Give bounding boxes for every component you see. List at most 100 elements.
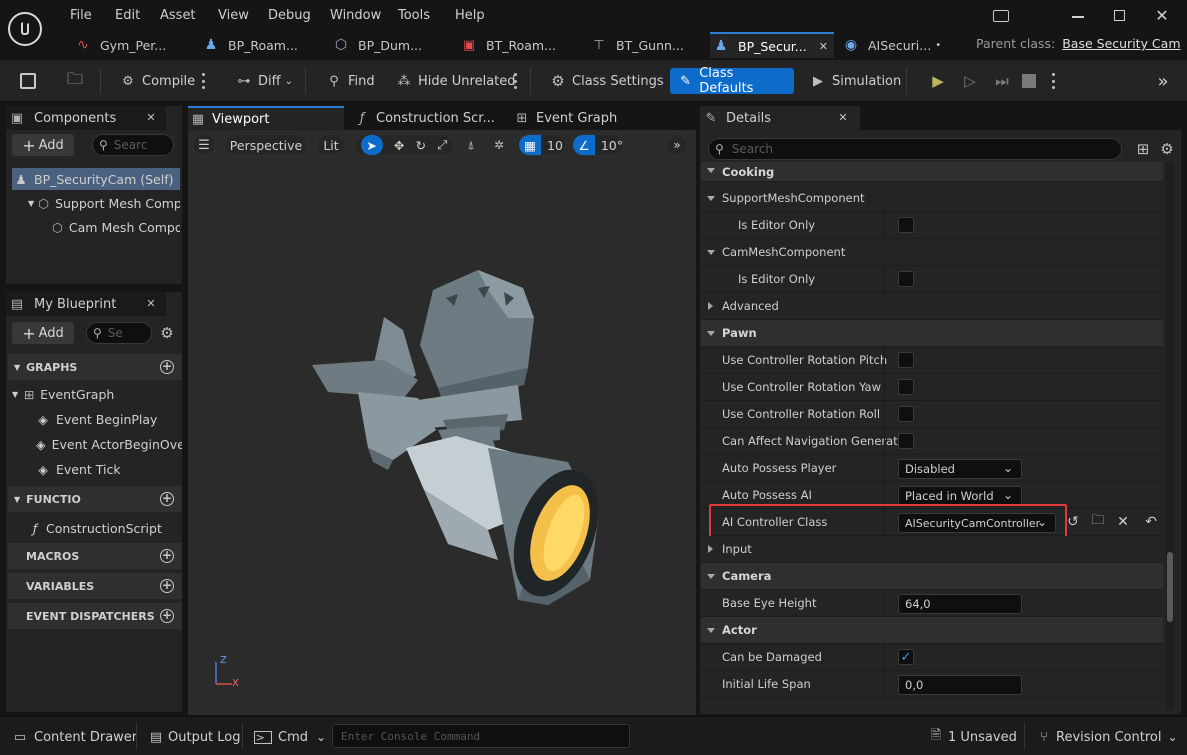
menu-tools[interactable]: Tools bbox=[398, 8, 430, 23]
tab-viewport[interactable]: ▦ Viewport bbox=[188, 106, 344, 130]
close-tab-icon[interactable]: ✕ bbox=[819, 40, 828, 53]
viewport[interactable]: Z X bbox=[188, 130, 696, 715]
details-search-input[interactable]: ⚲ Search bbox=[708, 138, 1122, 160]
viewport-options-button[interactable]: ☰ bbox=[192, 134, 216, 156]
revision-control-button[interactable]: ⑂ Revision Control ⌄ bbox=[1036, 727, 1177, 747]
simulation-button[interactable]: ▶ Simulation bbox=[802, 68, 907, 94]
rotation-roll-checkbox[interactable] bbox=[898, 406, 914, 422]
add-member-button[interactable]: + Add bbox=[12, 322, 74, 344]
tab-gym-perception[interactable]: ∿ Gym_Per... bbox=[72, 32, 192, 58]
functions-section[interactable]: ▼ FUNCTIO + bbox=[8, 486, 182, 512]
perspective-button[interactable]: Perspective bbox=[224, 134, 308, 156]
unreal-logo-icon[interactable] bbox=[8, 12, 42, 46]
can-be-damaged-checkbox[interactable]: ✓ bbox=[898, 649, 914, 665]
class-settings-button[interactable]: ⚙ Class Settings bbox=[542, 68, 670, 94]
auto-possess-ai-dropdown[interactable]: Placed in World ⌄ bbox=[898, 486, 1022, 506]
rotate-icon[interactable]: ↻ bbox=[416, 138, 426, 153]
class-defaults-button[interactable]: ✎ Class Defaults bbox=[670, 66, 794, 96]
add-function-icon[interactable]: + bbox=[160, 492, 174, 506]
console-input[interactable]: Enter Console Command bbox=[332, 724, 630, 748]
content-drawer-button[interactable]: ▭ Content Drawer bbox=[12, 727, 137, 747]
parent-class-link[interactable]: Base Security Cam bbox=[1062, 36, 1180, 51]
menu-debug[interactable]: Debug bbox=[268, 8, 311, 23]
add-graph-icon[interactable]: + bbox=[160, 360, 174, 374]
graph-event-graph[interactable]: ▼ ⊞ EventGraph bbox=[12, 383, 180, 405]
affect-navigation-checkbox[interactable] bbox=[898, 433, 914, 449]
view-mode-button[interactable]: Lit bbox=[316, 134, 346, 156]
save-icon[interactable] bbox=[20, 73, 36, 89]
tab-bp-dummy[interactable]: ⬡ BP_Dum... bbox=[330, 32, 450, 58]
settings-gear-icon[interactable]: ⚙ bbox=[1158, 140, 1176, 158]
expand-toolbar-icon[interactable]: » bbox=[1152, 70, 1174, 92]
grid-snap-button[interactable]: ▦ 10 bbox=[516, 134, 566, 156]
maximize-icon[interactable] bbox=[1114, 10, 1125, 21]
event-begin-play[interactable]: ◈ Event BeginPlay bbox=[36, 408, 182, 430]
expand-viewport-toolbar-button[interactable]: » bbox=[666, 134, 688, 156]
add-macro-icon[interactable]: + bbox=[160, 549, 174, 563]
surface-snap-icon[interactable]: ⍋ bbox=[460, 135, 482, 155]
browse-icon[interactable]: 🗀 bbox=[64, 69, 86, 92]
scrollbar-thumb[interactable] bbox=[1167, 552, 1173, 622]
close-panel-icon[interactable]: ✕ bbox=[836, 110, 850, 124]
component-support-mesh[interactable]: ▼ ⬡ Support Mesh Comp bbox=[28, 192, 180, 214]
rotation-snap-button[interactable]: ∠ 10° bbox=[572, 134, 624, 156]
tab-event-graph[interactable]: ⊞ Event Graph bbox=[512, 106, 662, 130]
advanced-section[interactable]: Advanced bbox=[701, 293, 1163, 320]
category-cooking[interactable]: Cooking bbox=[701, 162, 1163, 182]
hide-unrelated-button[interactable]: ⁂ Hide Unrelated bbox=[388, 68, 522, 94]
components-search-input[interactable]: ⚲ Searc bbox=[92, 134, 174, 156]
menu-asset[interactable]: Asset bbox=[160, 8, 196, 23]
input-section[interactable]: Input bbox=[701, 536, 1163, 563]
event-dispatchers-section[interactable]: EVENT DISPATCHERS + bbox=[8, 603, 182, 629]
translate-icon[interactable]: ✥ bbox=[394, 138, 404, 153]
layout-icon[interactable] bbox=[993, 10, 1009, 22]
tab-bt-roaming[interactable]: ▣ BT_Roam... bbox=[458, 32, 578, 58]
tab-bp-securitycam[interactable]: ♟ BP_Secur... ✕ bbox=[710, 32, 834, 58]
close-panel-icon[interactable]: ✕ bbox=[144, 110, 158, 124]
rotation-pitch-checkbox[interactable] bbox=[898, 352, 914, 368]
add-component-button[interactable]: + Add bbox=[12, 134, 74, 156]
add-variable-icon[interactable]: + bbox=[160, 579, 174, 593]
clear-icon[interactable]: ✕ bbox=[1115, 514, 1131, 530]
play-options-icon[interactable] bbox=[1052, 73, 1056, 89]
components-tab[interactable]: ▣ Components bbox=[6, 106, 166, 130]
reset-to-default-icon[interactable]: ↶ bbox=[1143, 514, 1159, 530]
base-eye-height-input[interactable]: 64,0 bbox=[898, 594, 1022, 614]
menu-help[interactable]: Help bbox=[455, 8, 485, 23]
macros-section[interactable]: MACROS + bbox=[8, 543, 182, 569]
scale-icon[interactable]: ⤢ bbox=[437, 137, 447, 153]
category-pawn[interactable]: Pawn bbox=[701, 320, 1163, 347]
menu-view[interactable]: View bbox=[218, 8, 249, 23]
menu-edit[interactable]: Edit bbox=[115, 8, 140, 23]
menu-file[interactable]: File bbox=[70, 8, 92, 23]
tab-bt-gunner[interactable]: ⊤ BT_Gunn... bbox=[588, 32, 708, 58]
play-icon[interactable]: ▶ bbox=[926, 70, 950, 92]
category-camera[interactable]: Camera bbox=[701, 563, 1163, 590]
tab-construction-script[interactable]: ƒ Construction Scr... bbox=[352, 106, 502, 130]
property-matrix-icon[interactable]: ⊞ bbox=[1134, 140, 1152, 158]
hide-unrelated-options-icon[interactable] bbox=[514, 73, 518, 89]
variables-section[interactable]: VARIABLES + bbox=[8, 573, 182, 599]
expand-arrow-icon[interactable]: ▼ bbox=[28, 199, 34, 208]
tab-bp-roaming[interactable]: ♟ BP_Roam... bbox=[200, 32, 320, 58]
graphs-section[interactable]: ▼ GRAPHS + bbox=[8, 354, 182, 380]
initial-life-span-input[interactable]: 0,0 bbox=[898, 675, 1022, 695]
my-blueprint-tab[interactable]: ▤ My Blueprint bbox=[6, 292, 166, 316]
rotation-yaw-checkbox[interactable] bbox=[898, 379, 914, 395]
is-editor-only-checkbox[interactable] bbox=[898, 271, 914, 287]
component-cam-mesh[interactable]: ⬡ Cam Mesh Compo bbox=[52, 216, 180, 238]
subcategory-support-mesh[interactable]: SupportMeshComponent bbox=[701, 185, 1163, 212]
close-panel-icon[interactable]: ✕ bbox=[144, 296, 158, 310]
compile-button[interactable]: ⚙ Compile bbox=[112, 68, 201, 94]
subcategory-cam-mesh[interactable]: CamMeshComponent bbox=[701, 239, 1163, 266]
component-self[interactable]: ♟ BP_SecurityCam (Self) bbox=[12, 168, 180, 190]
my-blueprint-search-input[interactable]: ⚲ Se bbox=[86, 322, 152, 344]
event-tick[interactable]: ◈ Event Tick bbox=[36, 458, 182, 480]
event-actor-begin-overlap[interactable]: ◈ Event ActorBeginOver bbox=[36, 433, 182, 455]
output-log-button[interactable]: ▤ Output Log bbox=[148, 727, 241, 747]
use-selected-icon[interactable]: ↺ bbox=[1065, 514, 1081, 530]
minimize-icon[interactable] bbox=[1072, 16, 1084, 18]
function-construction-script[interactable]: ƒ ConstructionScript bbox=[28, 517, 182, 539]
menu-window[interactable]: Window bbox=[330, 8, 381, 23]
diff-button[interactable]: ⊶ Diff ⌄ bbox=[228, 68, 299, 94]
